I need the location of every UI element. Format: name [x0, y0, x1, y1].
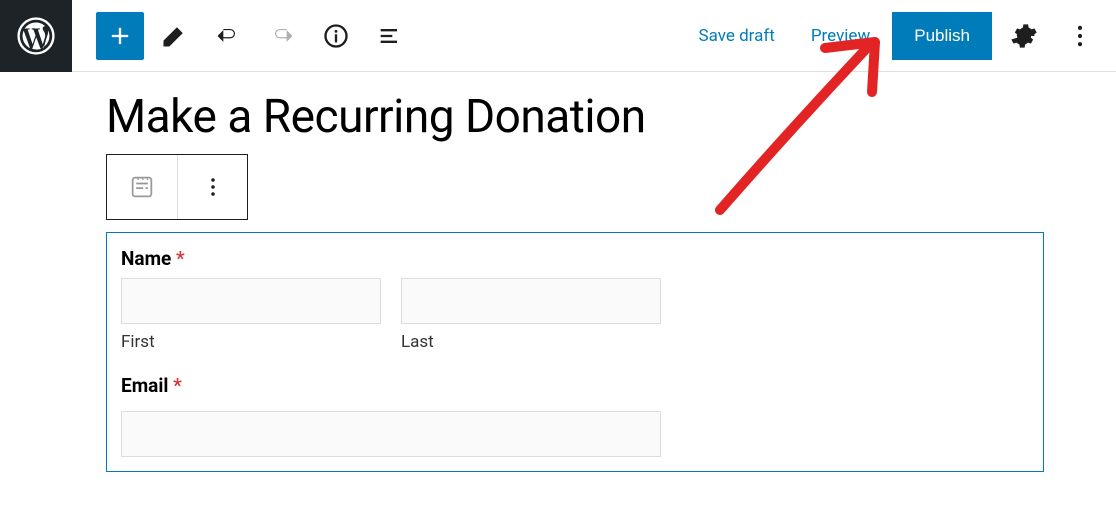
toolbar-left: [96, 12, 414, 60]
required-mark: *: [173, 374, 182, 397]
gear-icon: [1010, 22, 1038, 50]
block-type-button[interactable]: [107, 155, 177, 219]
plus-icon: [106, 22, 134, 50]
email-input[interactable]: [121, 411, 661, 457]
info-icon: [322, 22, 350, 50]
save-draft-button[interactable]: Save draft: [685, 16, 789, 56]
redo-icon: [268, 22, 296, 50]
block-toolbar: [106, 154, 248, 220]
email-label-text: Email: [121, 374, 168, 397]
more-vertical-icon: [199, 173, 227, 201]
wordpress-logo[interactable]: [0, 0, 72, 72]
name-field-label: Name *: [121, 247, 1029, 270]
outline-button[interactable]: [366, 12, 414, 60]
redo-button[interactable]: [258, 12, 306, 60]
publish-button[interactable]: Publish: [892, 12, 992, 60]
email-field-label: Email *: [121, 374, 1029, 397]
editor-topbar: Save draft Preview Publish: [0, 0, 1116, 72]
name-row: First Last: [121, 278, 1029, 352]
name-label-text: Name: [121, 247, 171, 270]
wordpress-icon: [17, 17, 55, 55]
toolbar-right: Save draft Preview Publish: [685, 12, 1104, 60]
undo-button[interactable]: [204, 12, 252, 60]
last-name-input[interactable]: [401, 278, 661, 324]
last-name-col: Last: [401, 278, 661, 352]
form-block[interactable]: Name * First Last Email *: [106, 232, 1044, 472]
form-block-icon: [128, 173, 156, 201]
info-button[interactable]: [312, 12, 360, 60]
edit-tool-button[interactable]: [150, 12, 198, 60]
first-name-sublabel: First: [121, 332, 381, 352]
preview-button[interactable]: Preview: [797, 16, 884, 56]
first-name-input[interactable]: [121, 278, 381, 324]
block-more-button[interactable]: [177, 155, 247, 219]
settings-button[interactable]: [1000, 12, 1048, 60]
last-name-sublabel: Last: [401, 332, 661, 352]
more-menu-button[interactable]: [1056, 12, 1104, 60]
more-vertical-icon: [1066, 22, 1094, 50]
add-block-button[interactable]: [96, 12, 144, 60]
editor-content: Make a Recurring Donation Name * First L…: [0, 90, 1116, 472]
outline-icon: [376, 22, 404, 50]
required-mark: *: [176, 247, 185, 270]
first-name-col: First: [121, 278, 381, 352]
pencil-icon: [160, 22, 188, 50]
page-title[interactable]: Make a Recurring Donation: [106, 90, 1116, 144]
undo-icon: [214, 22, 242, 50]
